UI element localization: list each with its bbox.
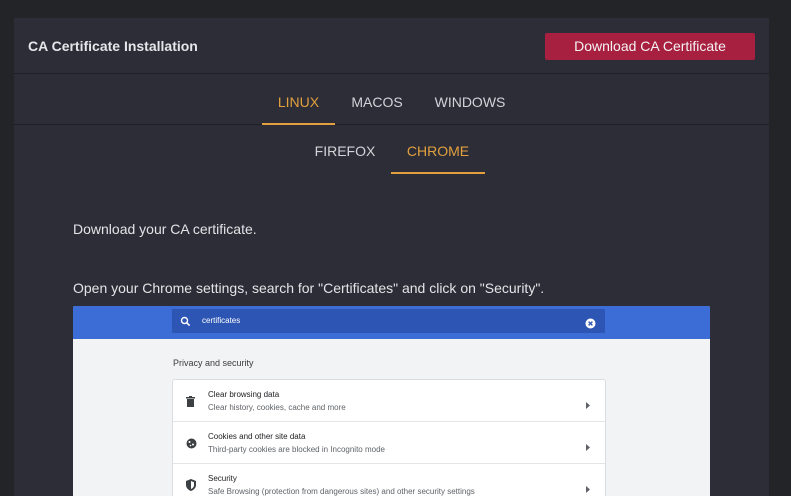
tab-chrome[interactable]: CHROME bbox=[391, 143, 485, 159]
tab-firefox[interactable]: FIREFOX bbox=[308, 143, 382, 159]
privacy-section-title: Privacy and security bbox=[173, 358, 254, 368]
chevron-right-icon bbox=[585, 396, 590, 414]
tab-windows[interactable]: WINDOWS bbox=[426, 94, 514, 110]
list-item-security: Security Safe Browsing (protection from … bbox=[173, 463, 605, 496]
instruction-step-1: Download your CA certificate. bbox=[73, 221, 257, 237]
page-title: CA Certificate Installation bbox=[28, 38, 198, 54]
os-tabs: LINUX MACOS WINDOWS bbox=[14, 75, 769, 125]
row-subtitle: Safe Browsing (protection from dangerous… bbox=[208, 487, 475, 496]
row-title: Cookies and other site data bbox=[208, 432, 306, 441]
tab-chrome-indicator bbox=[391, 172, 485, 174]
instruction-step-2: Open your Chrome settings, search for "C… bbox=[73, 280, 545, 296]
chevron-right-icon bbox=[585, 480, 590, 496]
row-title: Clear browsing data bbox=[208, 390, 280, 399]
settings-search-field: certificates bbox=[172, 309, 605, 333]
clear-search-icon bbox=[585, 316, 596, 334]
settings-search-value: certificates bbox=[202, 316, 241, 325]
shield-icon bbox=[186, 478, 196, 496]
trash-icon bbox=[186, 394, 195, 412]
chrome-settings-screenshot: certificates Privacy and security Clear … bbox=[73, 306, 710, 496]
cookie-icon bbox=[186, 436, 197, 454]
privacy-settings-list: Clear browsing data Clear history, cooki… bbox=[172, 379, 606, 496]
list-item-clear-browsing-data: Clear browsing data Clear history, cooki… bbox=[173, 380, 605, 421]
download-ca-certificate-button[interactable]: Download CA Certificate bbox=[545, 33, 755, 60]
list-item-cookies: Cookies and other site data Third-party … bbox=[173, 421, 605, 462]
chevron-right-icon bbox=[585, 438, 590, 456]
tab-macos[interactable]: MACOS bbox=[344, 94, 410, 110]
row-title: Security bbox=[208, 474, 237, 483]
ca-install-card: CA Certificate Installation Download CA … bbox=[14, 18, 769, 496]
row-subtitle: Clear history, cookies, cache and more bbox=[208, 403, 346, 412]
tab-linux[interactable]: LINUX bbox=[262, 94, 335, 110]
search-icon bbox=[180, 314, 191, 332]
card-header: CA Certificate Installation Download CA … bbox=[14, 18, 769, 74]
tab-linux-indicator bbox=[262, 123, 335, 125]
row-subtitle: Third-party cookies are blocked in Incog… bbox=[208, 445, 385, 454]
chrome-settings-toolbar: certificates bbox=[73, 306, 710, 339]
